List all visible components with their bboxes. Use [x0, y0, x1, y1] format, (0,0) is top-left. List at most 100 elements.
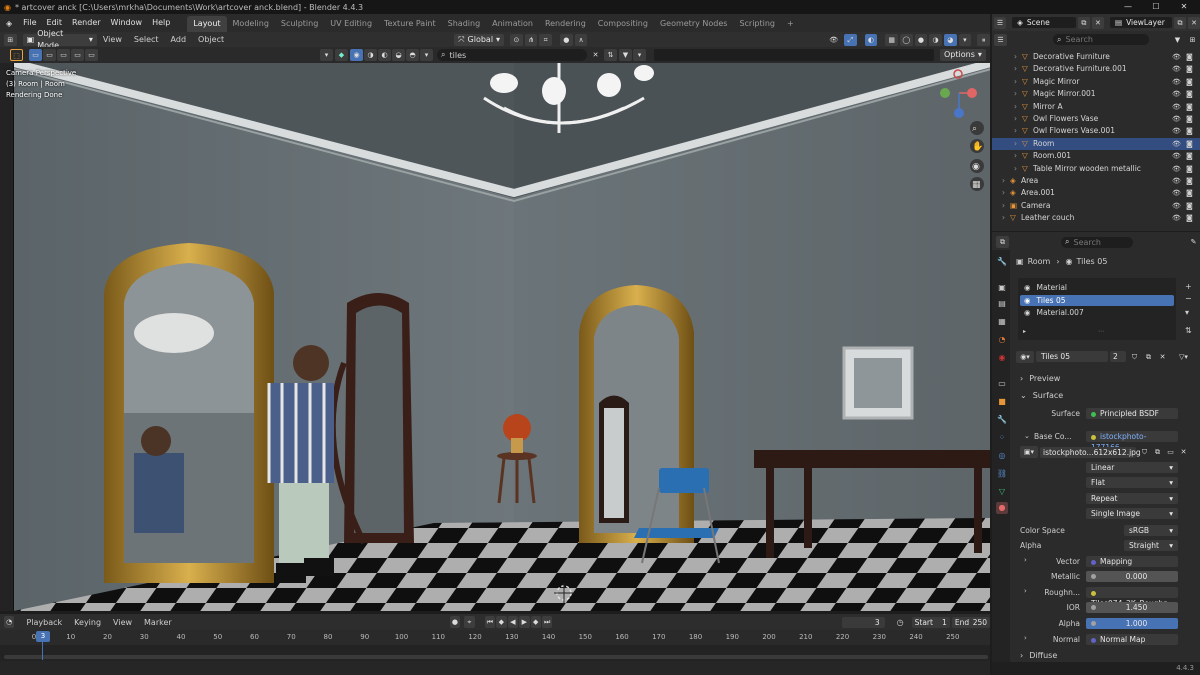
browse-material-icon[interactable]: ◉▾ — [1016, 350, 1034, 363]
visibility-eye-icon[interactable]: 👁 — [1172, 51, 1181, 63]
unlink-image-icon[interactable]: ✕ — [1177, 446, 1190, 458]
add-slot-icon[interactable]: + — [1185, 282, 1192, 291]
frame-ruler[interactable]: 0 10 20 30 40 50 60 70 80 90 100 110 120 130 140 150 160… — [0, 630, 990, 645]
data-tab-icon[interactable]: ▽ — [996, 486, 1008, 498]
new-view-layer-icon[interactable]: ⧉ — [1173, 16, 1186, 29]
slot-specials-icon[interactable]: ▾ — [1185, 308, 1189, 317]
render-camera-icon[interactable]: ◙ — [1186, 125, 1193, 137]
mode-dropdown[interactable]: ▣ Object Mode ▾ — [22, 29, 97, 50]
image-browse-icon[interactable]: ▣▾ — [1020, 446, 1038, 458]
expand-arrow-icon[interactable]: › — [1002, 187, 1005, 199]
color-space-dropdown[interactable]: sRGB ▾ — [1124, 525, 1178, 536]
expand-arrow-icon[interactable]: › — [1014, 113, 1017, 125]
keying-menu[interactable]: Keying — [68, 618, 107, 627]
menu-add[interactable]: Add — [165, 35, 193, 44]
outliner-row[interactable]: › ▽ Magic Mirror.001 👁 ◙ — [992, 88, 1200, 100]
expand-arrow-icon[interactable]: › — [1014, 101, 1017, 113]
scene-selector[interactable]: ◈ Scene — [1012, 17, 1076, 28]
view-mode-4-icon[interactable]: ◒ — [392, 49, 405, 61]
expand-arrow-icon[interactable]: › — [1014, 76, 1017, 88]
outliner-row[interactable]: › ▽ Decorative Furniture.001 👁 ◙ — [992, 63, 1200, 75]
outliner-row[interactable]: › ▽ Magic Mirror 👁 ◙ — [992, 76, 1200, 88]
outliner-row[interactable]: › ▽ Owl Flowers Vase 👁 ◙ — [992, 113, 1200, 125]
unlink-material-icon[interactable]: ✕ — [1156, 351, 1169, 363]
render-camera-icon[interactable]: ◙ — [1186, 138, 1193, 150]
visibility-eye-icon[interactable]: 👁 — [1172, 138, 1181, 150]
surface-shader-field[interactable]: Principled BSDF — [1086, 408, 1178, 419]
view-mode-6-icon[interactable]: ▾ — [420, 49, 433, 61]
render-camera-icon[interactable]: ◙ — [1186, 200, 1193, 212]
outliner-row[interactable]: › ◈ Area.001 👁 ◙ — [992, 187, 1200, 199]
editor-type-icon[interactable]: ⊞ — [4, 33, 17, 46]
menu-object[interactable]: Object — [192, 35, 230, 44]
delete-scene-icon[interactable]: ✕ — [1091, 16, 1104, 29]
slot-list-expand-icon[interactable]: ▸ — [1023, 328, 1026, 335]
collection-tab-icon[interactable]: ▭ — [996, 378, 1008, 390]
menu-select[interactable]: Select — [128, 35, 165, 44]
visibility-eye-icon[interactable]: 👁 — [1172, 150, 1181, 162]
tab-animation[interactable]: Animation — [486, 16, 539, 32]
minimize-button[interactable]: — — [1116, 0, 1140, 14]
visibility-eye-icon[interactable]: 👁 — [1172, 175, 1181, 187]
visibility-eye-icon[interactable]: 👁 — [1172, 76, 1181, 88]
visibility-eye-icon[interactable]: 👁 — [1172, 101, 1181, 113]
falloff-icon[interactable]: ∧ — [574, 33, 588, 46]
alpha-field[interactable]: 1.000 — [1086, 618, 1178, 629]
outliner-row[interactable]: › ◈ Area 👁 ◙ — [992, 175, 1200, 187]
start-frame-field[interactable]: Start 1 — [911, 616, 950, 628]
tab-geometry-nodes[interactable]: Geometry Nodes — [654, 16, 733, 32]
menu-window[interactable]: Window — [106, 14, 148, 32]
play-reverse-icon[interactable]: ◀ — [507, 616, 519, 628]
material-name-field[interactable]: Tiles 05 — [1036, 351, 1108, 362]
search-field[interactable]: ⌕ tiles — [437, 49, 587, 61]
outliner-row[interactable]: › ▽ Room 👁 ◙ — [992, 137, 1200, 151]
record-icon[interactable]: ● — [449, 616, 461, 628]
select-intersect-icon[interactable]: ▭ — [85, 49, 98, 61]
end-frame-field[interactable]: End 250 — [951, 616, 991, 628]
new-scene-icon[interactable]: ⧉ — [1077, 16, 1090, 29]
pin-icon[interactable]: ✎ — [1187, 236, 1200, 248]
blender-menu-icon[interactable]: ◈ — [0, 19, 18, 28]
constraints-tab-icon[interactable]: ⛓ — [996, 468, 1008, 480]
ior-field[interactable]: 1.450 — [1086, 602, 1178, 613]
transform-orientation-dropdown[interactable]: ⤧ Global ▾ — [454, 33, 505, 46]
render-camera-icon[interactable]: ◙ — [1186, 76, 1193, 88]
outliner-row[interactable]: › ▽ Owl Flowers Vase.001 👁 ◙ — [992, 125, 1200, 137]
shading-options-icon[interactable]: ▾ — [958, 33, 972, 46]
tool-tab-icon[interactable]: 🔧 — [996, 256, 1008, 268]
outliner-row[interactable]: › ▽ Room.001 👁 ◙ — [992, 150, 1200, 162]
scene-tab-icon[interactable]: ◔ — [996, 334, 1008, 346]
material-slot-item[interactable]: ◉ Material — [1020, 282, 1174, 293]
physics-tab-icon[interactable]: ◎ — [996, 450, 1008, 462]
normal-input-field[interactable]: Normal Map — [1086, 634, 1178, 645]
view-mode-icon[interactable]: ◉ — [350, 49, 363, 61]
next-keyframe-icon[interactable]: ◆ — [530, 616, 541, 628]
sort-icon[interactable]: ⇅ — [604, 49, 617, 61]
visibility-eye-icon[interactable]: 👁 — [1172, 200, 1181, 212]
material-tab-icon[interactable]: ● — [996, 502, 1008, 514]
extension-dropdown[interactable]: Repeat ▾ — [1086, 493, 1178, 504]
xray-icon[interactable]: ▦ — [885, 33, 898, 46]
visibility-eye-icon[interactable]: 👁 — [1172, 187, 1181, 199]
tab-rendering[interactable]: Rendering — [539, 16, 592, 32]
delete-view-layer-icon[interactable]: ✕ — [1187, 16, 1200, 29]
outliner-search-input[interactable]: Search — [1065, 35, 1092, 44]
properties-search-input[interactable]: Search — [1073, 238, 1100, 247]
new-collection-icon[interactable]: ⊞ — [1186, 34, 1199, 46]
pause-render-icon[interactable]: ⏸ — [977, 33, 990, 46]
playhead-marker[interactable]: 3 — [36, 631, 50, 642]
visibility-icon[interactable]: 👁 — [827, 34, 840, 46]
expand-arrow-icon[interactable]: › — [1002, 200, 1005, 212]
base-color-expand-icon[interactable]: ⌄ — [1024, 432, 1030, 440]
render-camera-icon[interactable]: ◙ — [1186, 113, 1193, 125]
visibility-eye-icon[interactable]: 👁 — [1172, 163, 1181, 175]
outliner-row[interactable]: › ▽ Decorative Furniture 👁 ◙ — [992, 51, 1200, 63]
gizmo-toggle-icon[interactable]: ⤢ — [844, 33, 857, 46]
tab-uv-editing[interactable]: UV Editing — [324, 16, 378, 32]
source-dropdown[interactable]: Single Image ▾ — [1086, 508, 1178, 519]
new-image-icon[interactable]: ⧉ — [1151, 446, 1164, 458]
expand-arrow-icon[interactable]: › — [1002, 175, 1005, 187]
outliner-filter-icon[interactable]: ▼ — [1171, 34, 1184, 46]
proportional-edit-icon[interactable]: ● — [560, 33, 573, 46]
outliner-row[interactable]: › ▽ Table Mirror wooden metallic 👁 ◙ — [992, 163, 1200, 175]
